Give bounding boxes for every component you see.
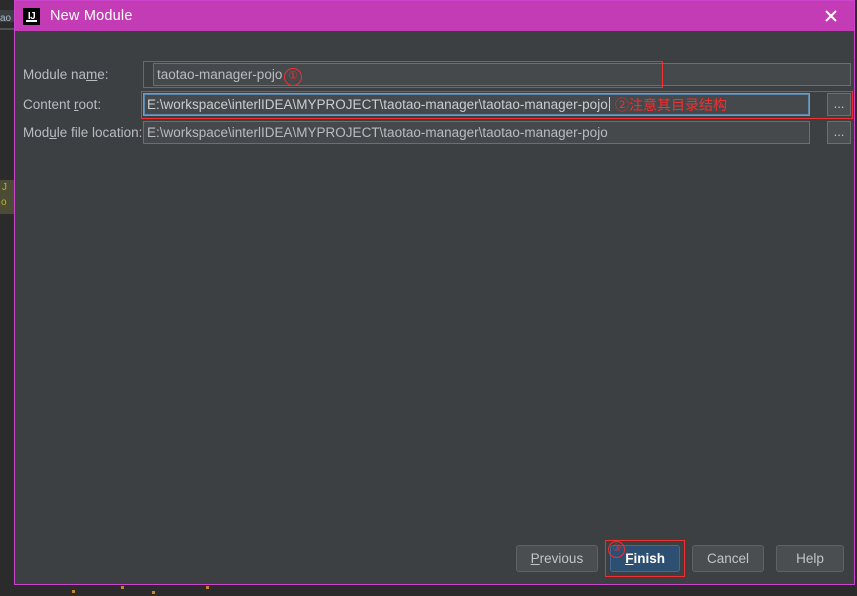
backdrop-text-fragment: J — [2, 182, 7, 193]
module-file-location-label-post: le file location: — [56, 124, 143, 140]
module-file-location-label-mnemonic: u — [49, 124, 57, 140]
module-file-location-label-pre: Mod — [23, 124, 50, 140]
module-name-label-mnemonic: m — [86, 66, 98, 82]
dialog-button-bar: Previous Finish ③ Cancel Help — [515, 540, 844, 577]
content-root-label-post: oot: — [78, 96, 102, 112]
module-file-location-input[interactable]: E:\workspace\interlIDEA\MYPROJECT\taotao… — [143, 120, 810, 144]
module-name-label-post: e: — [97, 66, 109, 82]
help-button-label: Help — [796, 551, 824, 566]
previous-button-label-post: revious — [539, 551, 584, 566]
backdrop-marker — [206, 586, 209, 589]
cancel-button-label: Cancel — [706, 551, 749, 566]
help-button[interactable]: Help — [776, 545, 844, 572]
finish-button-label-post: inish — [633, 551, 665, 566]
backdrop-panel-strip — [0, 28, 14, 30]
form-row-content-root: Content root: E:\workspace\interlIDEA\MY… — [15, 92, 854, 116]
cancel-button[interactable]: Cancel — [691, 545, 764, 572]
finish-button-wrapper: Finish ③ — [605, 540, 685, 577]
content-root-value: E:\workspace\interlIDEA\MYPROJECT\taotao… — [147, 96, 608, 112]
previous-button-mnemonic: P — [530, 551, 540, 566]
content-root-input[interactable]: E:\workspace\interlIDEA\MYPROJECT\taotao… — [143, 92, 810, 116]
form-row-module-name: Module name: taotao-manager-pojo — [15, 62, 854, 86]
backdrop-marker — [152, 591, 155, 594]
backdrop-text-fragment: ao — [0, 13, 12, 24]
module-file-location-browse-button[interactable]: ... — [827, 120, 851, 144]
previous-button[interactable]: Previous — [515, 545, 599, 572]
close-icon[interactable] — [808, 1, 854, 31]
backdrop-marker — [121, 586, 124, 589]
dialog-content: Module name: taotao-manager-pojo Content… — [15, 31, 854, 584]
new-module-dialog: IJ New Module Module name: taotao-manage… — [14, 0, 855, 585]
dialog-titlebar: IJ New Module — [15, 1, 854, 31]
module-name-label-pre: Module na — [23, 66, 87, 82]
dialog-title: New Module — [50, 8, 133, 24]
finish-button[interactable]: Finish — [610, 545, 680, 572]
text-caret — [608, 96, 610, 111]
module-name-input[interactable]: taotao-manager-pojo — [153, 62, 851, 86]
module-name-label: Module name: — [23, 67, 146, 82]
backdrop-marker — [72, 590, 75, 593]
content-root-browse-button[interactable]: ... — [827, 92, 851, 116]
module-file-location-label: Module file location: — [23, 125, 146, 140]
backdrop-text-fragment: o — [1, 197, 7, 208]
intellij-idea-logo-icon: IJ — [23, 7, 40, 25]
content-root-label: Content root: — [23, 97, 146, 112]
form-row-module-file-location: Module file location: E:\workspace\inter… — [15, 120, 854, 144]
content-root-label-pre: Content — [23, 96, 75, 112]
